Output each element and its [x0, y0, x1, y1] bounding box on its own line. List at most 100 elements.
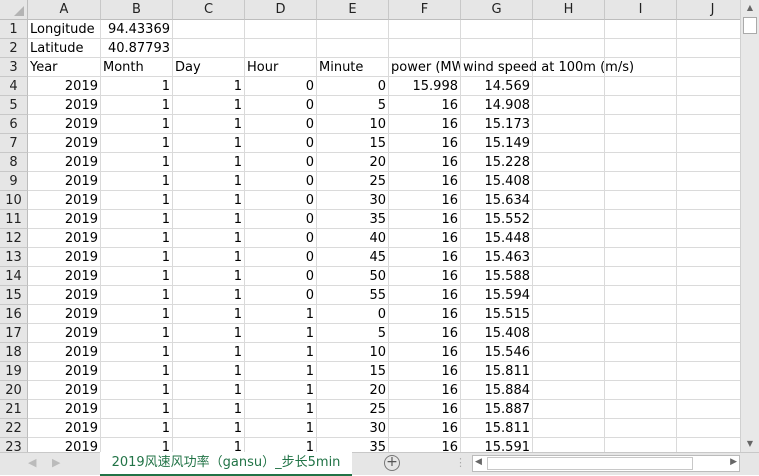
- cell-A21[interactable]: 2019: [28, 400, 101, 419]
- cell-B2[interactable]: 40.87793: [101, 39, 173, 58]
- cell-D13[interactable]: 0: [245, 248, 317, 267]
- cell-A15[interactable]: 2019: [28, 286, 101, 305]
- cell-J18[interactable]: [677, 343, 740, 362]
- cell-G3[interactable]: wind speed at 100m (m/s): [461, 58, 634, 77]
- cell-I5[interactable]: [605, 96, 677, 115]
- cell-D20[interactable]: 1: [245, 381, 317, 400]
- cell-J23[interactable]: [677, 438, 740, 452]
- cell-F19[interactable]: 16: [389, 362, 461, 381]
- cell-H5[interactable]: [533, 96, 605, 115]
- cell-E14[interactable]: 50: [317, 267, 389, 286]
- cell-G8[interactable]: 15.228: [461, 153, 533, 172]
- column-header-B[interactable]: B: [101, 0, 173, 20]
- cell-I23[interactable]: [605, 438, 677, 452]
- cell-H6[interactable]: [533, 115, 605, 134]
- row-header[interactable]: 5: [0, 96, 28, 115]
- cell-B18[interactable]: 1: [101, 343, 173, 362]
- row-header[interactable]: 13: [0, 248, 28, 267]
- row-header[interactable]: 16: [0, 305, 28, 324]
- cell-D2[interactable]: [245, 39, 317, 58]
- add-sheet-button[interactable]: +: [384, 455, 400, 471]
- cell-E7[interactable]: 15: [317, 134, 389, 153]
- prev-sheet-icon[interactable]: ◀: [28, 456, 36, 469]
- cell-E9[interactable]: 25: [317, 172, 389, 191]
- column-header-I[interactable]: I: [605, 0, 677, 20]
- cell-I15[interactable]: [605, 286, 677, 305]
- column-header-H[interactable]: H: [533, 0, 605, 20]
- cell-B8[interactable]: 1: [101, 153, 173, 172]
- cell-F12[interactable]: 16: [389, 229, 461, 248]
- cell-H13[interactable]: [533, 248, 605, 267]
- cell-J4[interactable]: [677, 77, 740, 96]
- cell-J16[interactable]: [677, 305, 740, 324]
- cell-E17[interactable]: 5: [317, 324, 389, 343]
- cell-D1[interactable]: [245, 20, 317, 39]
- row-header[interactable]: 21: [0, 400, 28, 419]
- cell-I22[interactable]: [605, 419, 677, 438]
- cell-I11[interactable]: [605, 210, 677, 229]
- cell-D7[interactable]: 0: [245, 134, 317, 153]
- cell-B3[interactable]: Month: [101, 58, 173, 77]
- row-header[interactable]: 6: [0, 115, 28, 134]
- cell-E8[interactable]: 20: [317, 153, 389, 172]
- cell-F3[interactable]: power (MW): [389, 58, 461, 77]
- cell-B9[interactable]: 1: [101, 172, 173, 191]
- row-header[interactable]: 14: [0, 267, 28, 286]
- cell-B10[interactable]: 1: [101, 191, 173, 210]
- cell-F5[interactable]: 16: [389, 96, 461, 115]
- scroll-left-icon[interactable]: ◀: [475, 457, 482, 467]
- cell-J8[interactable]: [677, 153, 740, 172]
- cell-I16[interactable]: [605, 305, 677, 324]
- cell-B4[interactable]: 1: [101, 77, 173, 96]
- row-header[interactable]: 9: [0, 172, 28, 191]
- cell-F14[interactable]: 16: [389, 267, 461, 286]
- cell-E10[interactable]: 30: [317, 191, 389, 210]
- cell-I21[interactable]: [605, 400, 677, 419]
- cell-F9[interactable]: 16: [389, 172, 461, 191]
- cell-B14[interactable]: 1: [101, 267, 173, 286]
- cell-A22[interactable]: 2019: [28, 419, 101, 438]
- cell-J1[interactable]: [677, 20, 740, 39]
- cell-C1[interactable]: [173, 20, 245, 39]
- cell-I18[interactable]: [605, 343, 677, 362]
- cell-H7[interactable]: [533, 134, 605, 153]
- cell-H23[interactable]: [533, 438, 605, 452]
- column-header-G[interactable]: G: [461, 0, 533, 20]
- cell-C20[interactable]: 1: [173, 381, 245, 400]
- row-header[interactable]: 2: [0, 39, 28, 58]
- cell-E1[interactable]: [317, 20, 389, 39]
- column-header-F[interactable]: F: [389, 0, 461, 20]
- cell-H10[interactable]: [533, 191, 605, 210]
- vertical-scroll-thumb[interactable]: [743, 17, 757, 34]
- cell-F4[interactable]: 15.998: [389, 77, 461, 96]
- cell-E19[interactable]: 15: [317, 362, 389, 381]
- cell-C3[interactable]: Day: [173, 58, 245, 77]
- cell-D12[interactable]: 0: [245, 229, 317, 248]
- cell-F11[interactable]: 16: [389, 210, 461, 229]
- cell-J13[interactable]: [677, 248, 740, 267]
- spreadsheet-grid[interactable]: A B C D E F G H I J 1 Longitude 94.43369 2 Latitude 40.…: [0, 0, 740, 452]
- cell-G17[interactable]: 15.408: [461, 324, 533, 343]
- cell-A2[interactable]: Latitude: [28, 39, 101, 58]
- cell-G15[interactable]: 15.594: [461, 286, 533, 305]
- column-header-E[interactable]: E: [317, 0, 389, 20]
- cell-A18[interactable]: 2019: [28, 343, 101, 362]
- cell-H15[interactable]: [533, 286, 605, 305]
- cell-F7[interactable]: 16: [389, 134, 461, 153]
- cell-J11[interactable]: [677, 210, 740, 229]
- cell-G19[interactable]: 15.811: [461, 362, 533, 381]
- vertical-scrollbar[interactable]: ▲ ▼: [740, 0, 759, 452]
- cell-J12[interactable]: [677, 229, 740, 248]
- cell-E16[interactable]: 0: [317, 305, 389, 324]
- cell-B20[interactable]: 1: [101, 381, 173, 400]
- cell-J7[interactable]: [677, 134, 740, 153]
- cell-F20[interactable]: 16: [389, 381, 461, 400]
- cell-E5[interactable]: 5: [317, 96, 389, 115]
- cell-D8[interactable]: 0: [245, 153, 317, 172]
- cell-D22[interactable]: 1: [245, 419, 317, 438]
- cell-J3[interactable]: [677, 58, 740, 77]
- cell-I17[interactable]: [605, 324, 677, 343]
- cell-A16[interactable]: 2019: [28, 305, 101, 324]
- cell-H18[interactable]: [533, 343, 605, 362]
- cell-H8[interactable]: [533, 153, 605, 172]
